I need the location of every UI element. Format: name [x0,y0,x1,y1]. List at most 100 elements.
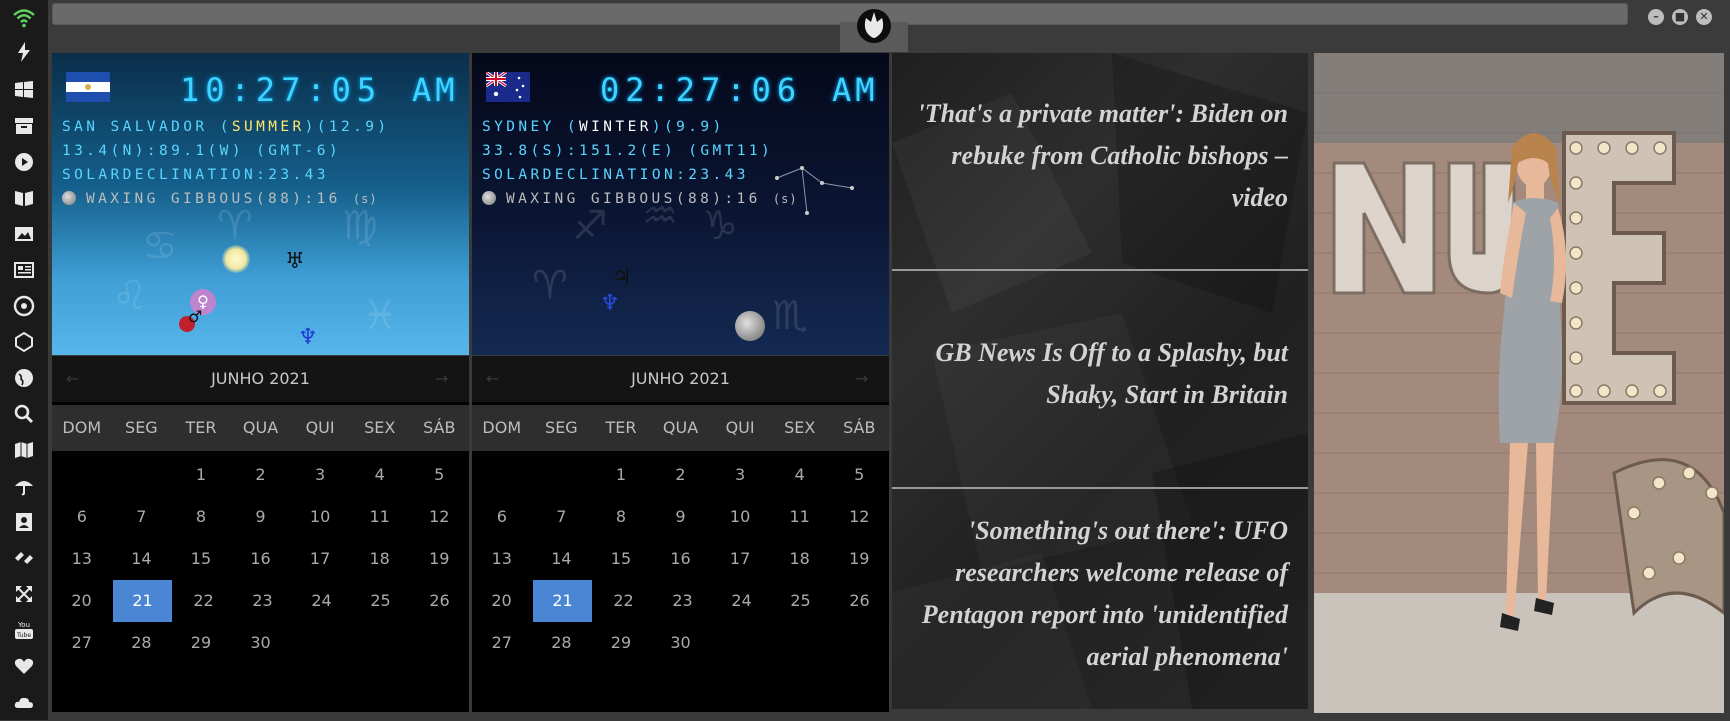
calendar-day[interactable]: 13 [52,538,112,580]
calendar-day[interactable]: 27 [472,622,532,664]
calendar-day[interactable]: 27 [52,622,112,664]
expand-icon[interactable] [12,582,36,606]
calendar-day[interactable] [532,454,592,496]
calendar-day[interactable] [112,454,172,496]
bolt-icon[interactable] [12,40,36,64]
link-icon[interactable] [12,546,36,570]
map-icon[interactable] [12,438,36,462]
calendar-day[interactable]: 20 [472,580,531,622]
calendar-day[interactable]: 11 [770,496,830,538]
calendar-day[interactable]: 30 [651,622,711,664]
calendar-day[interactable]: 25 [351,580,410,622]
calendar-day[interactable]: 26 [830,580,889,622]
calendar-day[interactable]: 1 [591,454,651,496]
minimize-button[interactable]: – [1648,9,1664,25]
calendar-day[interactable]: 11 [350,496,410,538]
calendar-day-selected[interactable]: 21 [113,580,172,622]
calendar-day[interactable]: 25 [771,580,830,622]
windows-icon[interactable] [12,78,36,102]
calendar-day[interactable]: 29 [591,622,651,664]
calendar-day[interactable]: 19 [829,538,889,580]
calendar-day[interactable]: 9 [231,496,291,538]
calendar-day[interactable]: 28 [112,622,172,664]
calendar-day[interactable]: 20 [52,580,111,622]
close-button[interactable]: ✕ [1696,9,1712,25]
calendar-day[interactable]: 4 [350,454,410,496]
calendar-day[interactable] [710,622,770,664]
calendar-day[interactable]: 6 [472,496,532,538]
calendar-day[interactable]: 10 [290,496,350,538]
wifi-icon[interactable] [12,6,36,30]
globe-icon[interactable] [12,366,36,390]
calendar-day[interactable]: 6 [52,496,112,538]
heart-icon[interactable] [12,654,36,678]
contact-icon[interactable] [12,510,36,534]
calendar-day-selected[interactable]: 21 [533,580,592,622]
calendar-day[interactable] [829,622,889,664]
youtube-icon[interactable]: You Tube [12,618,36,642]
calendar-day[interactable]: 17 [290,538,350,580]
book-icon[interactable] [12,186,36,210]
calendar-day[interactable]: 23 [653,580,712,622]
next-month-button[interactable]: → [435,356,465,402]
calendar-day[interactable]: 7 [532,496,592,538]
cloud-icon[interactable] [12,690,36,714]
calendar-day[interactable] [409,622,469,664]
calendar-day[interactable]: 2 [231,454,291,496]
calendar-day[interactable] [290,622,350,664]
calendar-day[interactable] [52,454,112,496]
settings-icon[interactable] [12,294,36,318]
calendar-day[interactable]: 17 [710,538,770,580]
calendar-day[interactable]: 14 [112,538,172,580]
hexagon-icon[interactable] [12,330,36,354]
calendar-day[interactable]: 16 [231,538,291,580]
prev-month-button[interactable]: ← [66,356,96,402]
calendar-day[interactable]: 8 [591,496,651,538]
newspaper-icon[interactable] [12,258,36,282]
next-month-button[interactable]: → [855,356,885,402]
news-headline[interactable]: 'That's a private matter': Biden on rebu… [902,93,1288,219]
calendar-day[interactable]: 26 [410,580,469,622]
image-icon[interactable] [12,222,36,246]
calendar-day[interactable]: 5 [829,454,889,496]
calendar-day[interactable]: 28 [532,622,592,664]
calendar-day[interactable]: 5 [409,454,469,496]
play-icon[interactable] [12,150,36,174]
prev-month-button[interactable]: ← [486,356,516,402]
calendar-day[interactable]: 29 [171,622,231,664]
calendar-day[interactable]: 3 [710,454,770,496]
calendar-day[interactable]: 19 [409,538,469,580]
calendar-day[interactable]: 3 [290,454,350,496]
calendar-day[interactable]: 13 [472,538,532,580]
umbrella-icon[interactable] [12,474,36,498]
calendar-day[interactable]: 18 [350,538,410,580]
news-headline[interactable]: 'Something's out there': UFO researchers… [902,510,1288,678]
calendar-day[interactable]: 7 [112,496,172,538]
maximize-button[interactable]: ■ [1672,9,1688,25]
calendar-day[interactable]: 15 [591,538,651,580]
calendar-day[interactable]: 22 [174,580,233,622]
calendar-day[interactable]: 12 [829,496,889,538]
calendar-day[interactable]: 24 [292,580,351,622]
calendar-day[interactable]: 9 [651,496,711,538]
calendar-day[interactable]: 30 [231,622,291,664]
calendar-day[interactable]: 14 [532,538,592,580]
calendar-day[interactable]: 23 [233,580,292,622]
news-headline[interactable]: GB News Is Off to a Splashy, but Shaky, … [902,332,1289,416]
calendar-day[interactable]: 1 [171,454,231,496]
calendar-day[interactable]: 22 [594,580,653,622]
calendar-day[interactable]: 10 [710,496,770,538]
search-icon[interactable] [12,402,36,426]
calendar-day[interactable]: 15 [171,538,231,580]
calendar-day[interactable]: 16 [651,538,711,580]
calendar-day[interactable]: 18 [770,538,830,580]
calendar-day[interactable]: 8 [171,496,231,538]
archive-icon[interactable] [12,114,36,138]
calendar-day[interactable]: 4 [770,454,830,496]
calendar-day[interactable] [770,622,830,664]
calendar-day[interactable] [350,622,410,664]
calendar-day[interactable]: 12 [409,496,469,538]
calendar-day[interactable]: 2 [651,454,711,496]
calendar-day[interactable]: 24 [712,580,771,622]
calendar-day[interactable] [472,454,532,496]
